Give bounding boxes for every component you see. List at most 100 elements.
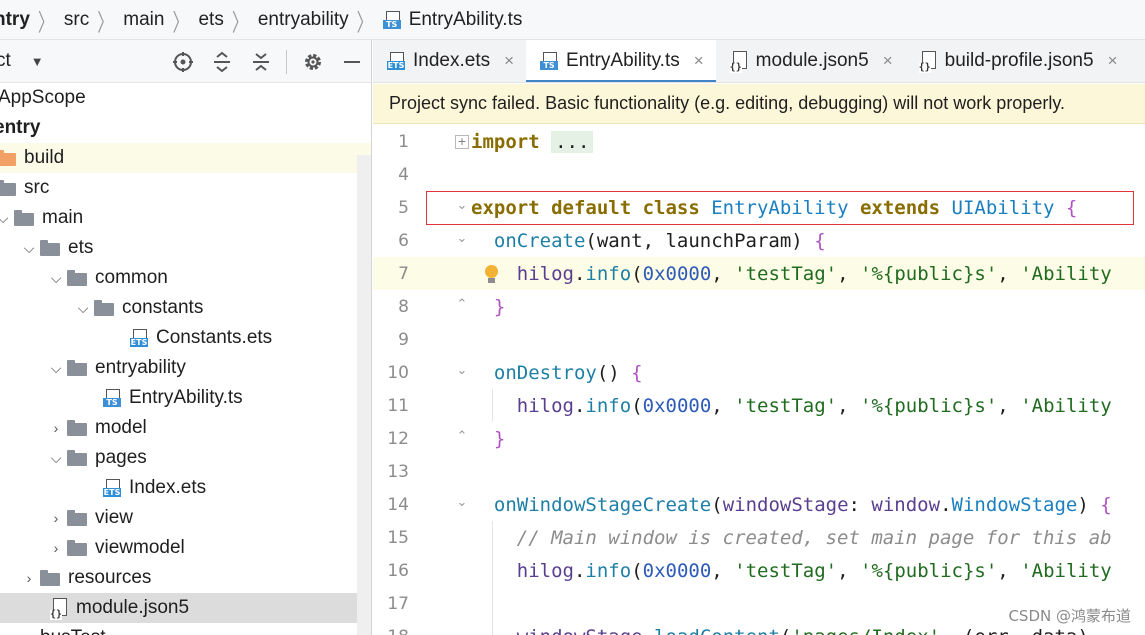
gear-icon[interactable] bbox=[293, 40, 332, 83]
tab-index-ets[interactable]: ETS Index.ets × bbox=[373, 40, 526, 82]
crosshair-icon[interactable] bbox=[163, 40, 202, 83]
close-icon[interactable]: × bbox=[694, 51, 704, 71]
tree-item-label: src bbox=[24, 177, 50, 198]
tree-item[interactable]: › viewmodel bbox=[0, 533, 371, 563]
tree-item[interactable]: src bbox=[0, 173, 371, 203]
fold-end-icon[interactable]: ⌃ bbox=[455, 298, 469, 313]
code-comment: // Main window is created, set main page… bbox=[471, 526, 1112, 549]
folder-icon bbox=[67, 270, 87, 286]
chevron-down-icon[interactable]: ⌵ bbox=[72, 300, 94, 317]
close-icon[interactable]: × bbox=[1108, 51, 1118, 71]
chevron-down-icon[interactable]: ▼ bbox=[31, 54, 44, 69]
fold-collapse-icon[interactable]: ⌄ bbox=[455, 232, 469, 247]
code-text: hilog.info(0x0000, 'testTag', '%{public}… bbox=[516, 394, 1112, 417]
code-text: onCreate(want, launchParam) { bbox=[493, 229, 826, 252]
tree-item[interactable]: › resources bbox=[0, 563, 371, 593]
code-line: 13 bbox=[373, 455, 1145, 488]
breadcrumb-item-entryability[interactable]: entryability bbox=[258, 9, 349, 31]
tree-item-label: viewmodel bbox=[95, 537, 185, 558]
folder-icon bbox=[67, 420, 87, 436]
line-number: 12 bbox=[387, 428, 409, 449]
code-line: 12 ⌃ } bbox=[373, 422, 1145, 455]
tree-item[interactable]: ⌵ entryability bbox=[0, 353, 371, 383]
chevron-right-icon[interactable]: › bbox=[18, 570, 40, 586]
line-number: 5 bbox=[398, 197, 409, 218]
chevron-right-icon[interactable]: › bbox=[45, 420, 67, 436]
tree-item[interactable]: ETS Constants.ets bbox=[0, 323, 371, 353]
chevron-down-icon[interactable]: ⌵ bbox=[0, 210, 14, 227]
project-view-title[interactable]: ct bbox=[0, 50, 11, 72]
tree-item-label: pages bbox=[95, 447, 147, 468]
tree-item-label: Constants.ets bbox=[156, 327, 273, 348]
tree-item-label: resources bbox=[68, 567, 152, 588]
fold-expand-icon[interactable]: + bbox=[455, 135, 469, 149]
watermark: CSDN @鸿蒙布道 bbox=[1008, 607, 1131, 625]
fold-end-icon[interactable]: ⌃ bbox=[455, 430, 469, 445]
breadcrumb-item-src[interactable]: src bbox=[64, 9, 89, 31]
tree-item[interactable]: build bbox=[0, 143, 371, 173]
code-line: 8 ⌃ } bbox=[373, 290, 1145, 323]
breadcrumb-item-file[interactable]: TS EntryAbility.ts bbox=[382, 9, 522, 31]
chevron-right-icon: 〉 bbox=[37, 10, 54, 37]
tree-item[interactable]: TS EntryAbility.ts bbox=[0, 383, 371, 413]
tree-item[interactable]: ⌵ constants bbox=[0, 293, 371, 323]
tree-item[interactable]: ⌵ main bbox=[0, 203, 371, 233]
line-number: 4 bbox=[398, 164, 409, 185]
tree-item[interactable]: ⌵ ets bbox=[0, 233, 371, 263]
code-text: hilog.info(0x0000, 'testTag', '%{public}… bbox=[516, 262, 1112, 285]
fold-collapse-icon[interactable]: ⌄ bbox=[455, 199, 469, 214]
code-editor[interactable]: 1 + import ... 4 5 ⌄ export default clas… bbox=[373, 125, 1145, 635]
tree-item[interactable]: › view bbox=[0, 503, 371, 533]
folder-icon bbox=[67, 360, 87, 376]
fold-collapse-icon[interactable]: ⌄ bbox=[455, 364, 469, 379]
code-text: } bbox=[493, 295, 506, 318]
breadcrumb-item-entry[interactable]: ntry bbox=[0, 9, 30, 31]
code-line: 10 ⌄ onDestroy() { bbox=[373, 356, 1145, 389]
code-text: windowStage.loadContent('pages/Index', (… bbox=[471, 626, 1100, 635]
expand-all-icon[interactable] bbox=[202, 40, 241, 83]
tab-build-profile-json5[interactable]: {} build-profile.json5 × bbox=[905, 40, 1130, 82]
tree-item[interactable]: entry bbox=[0, 113, 371, 143]
tree-scrollbar[interactable] bbox=[357, 155, 371, 635]
code-line: 5 ⌄ export default class EntryAbility ex… bbox=[373, 191, 1145, 224]
code-line: 15 // Main window is created, set main p… bbox=[373, 521, 1145, 554]
line-number: 7 bbox=[398, 263, 409, 284]
chevron-down-icon[interactable]: ⌵ bbox=[45, 450, 67, 467]
tree-item[interactable]: › model bbox=[0, 413, 371, 443]
editor-tabs: ETS Index.ets × TS EntryAbility.ts × {} … bbox=[373, 40, 1145, 83]
code-line: 1 + import ... bbox=[373, 125, 1145, 158]
close-icon[interactable]: × bbox=[504, 51, 514, 71]
chevron-right-icon: 〉 bbox=[172, 10, 189, 37]
chevron-right-icon[interactable]: › bbox=[45, 540, 67, 556]
ets-file-icon: ETS bbox=[387, 52, 407, 70]
line-number: 16 bbox=[387, 560, 409, 581]
code-line: 11 hilog.info(0x0000, 'testTag', '%{publ… bbox=[373, 389, 1145, 422]
minimize-icon[interactable] bbox=[332, 40, 371, 83]
fold-collapse-icon[interactable]: ⌄ bbox=[455, 496, 469, 511]
tree-item[interactable]: AppScope bbox=[0, 83, 371, 113]
tab-module-json5[interactable]: {} module.json5 × bbox=[716, 40, 905, 82]
chevron-down-icon[interactable]: ⌵ bbox=[18, 240, 40, 257]
tree-item-label: model bbox=[95, 417, 147, 438]
collapse-all-icon[interactable] bbox=[241, 40, 280, 83]
tab-entryability-ts[interactable]: TS EntryAbility.ts × bbox=[526, 40, 716, 82]
tree-item[interactable]: {} module.json5 bbox=[0, 593, 371, 623]
tree-item[interactable]: ⌵ common bbox=[0, 263, 371, 293]
tree-item[interactable]: ETS Index.ets bbox=[0, 473, 371, 503]
chevron-down-icon[interactable]: ⌵ bbox=[45, 360, 67, 377]
breadcrumb-item-main[interactable]: main bbox=[123, 9, 164, 31]
close-icon[interactable]: × bbox=[883, 51, 893, 71]
tree-item-label: busTest bbox=[40, 627, 105, 635]
breadcrumb-item-ets[interactable]: ets bbox=[198, 9, 223, 31]
code-text: export default class EntryAbility extend… bbox=[471, 196, 1078, 219]
folder-icon bbox=[14, 210, 34, 226]
tree-item-label: EntryAbility.ts bbox=[129, 387, 243, 408]
chevron-right-icon[interactable]: › bbox=[45, 510, 67, 526]
folder-icon bbox=[40, 570, 60, 586]
chevron-down-icon[interactable]: ⌵ bbox=[45, 270, 67, 287]
folder-icon bbox=[40, 240, 60, 256]
tree-item[interactable]: busTest bbox=[0, 623, 371, 635]
tree-item[interactable]: ⌵ pages bbox=[0, 443, 371, 473]
folder-icon bbox=[67, 510, 87, 526]
tab-label: build-profile.json5 bbox=[944, 50, 1094, 71]
